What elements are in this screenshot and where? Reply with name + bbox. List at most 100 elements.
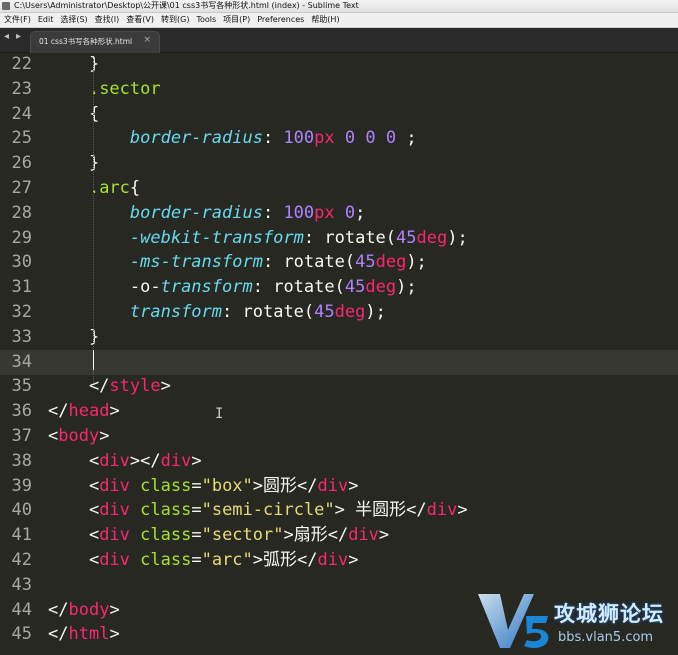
code-line[interactable]: 29 -webkit-transform: rotate(45deg); (0, 226, 678, 251)
tab-close-icon[interactable]: × (143, 35, 151, 45)
token-num: 45 (355, 252, 376, 273)
tab-html-file[interactable]: 01 css3书写各种形状.html × (30, 31, 160, 53)
token-tag: div (348, 525, 379, 546)
code-line[interactable]: 41 <div class="sector">扇形</div> (0, 523, 678, 548)
token-prop: -ms-transform (129, 252, 263, 273)
menu-help[interactable]: 帮助(H) (307, 13, 342, 27)
menu-view[interactable]: 查看(V) (122, 13, 157, 27)
token-plain: </ (48, 599, 69, 620)
code-line[interactable]: 23 .sector (0, 77, 678, 102)
code-line[interactable]: 37 <body> (0, 424, 678, 449)
token-tag: div (99, 475, 130, 496)
token-plain: </ (48, 376, 110, 397)
code-text: <div></div> (48, 449, 202, 474)
code-line[interactable]: 25 border-radius: 100px 0 0 0 ; (0, 126, 678, 151)
token-plain: ; (396, 128, 417, 149)
token-num: 0 (344, 202, 356, 223)
code-line[interactable]: 30 -ms-transform: rotate(45deg); (0, 250, 678, 275)
watermark: 攻城狮论坛 bbs.vlan5.com (474, 590, 678, 652)
code-text: <div class="box">圆形</div> (48, 474, 359, 499)
window-title-bar: C:\Users\Administrator\Desktop\公开课\01 cs… (0, 0, 678, 13)
code-line[interactable]: 38 <div></div> (0, 449, 678, 474)
token-plain: ); (406, 252, 427, 273)
code-line[interactable]: 28 border-radius: 100px 0; (0, 201, 678, 226)
token-tag: style (109, 376, 161, 397)
token-tag: body (68, 599, 110, 620)
token-num: 100 (283, 202, 315, 223)
tab-scroll-left-icon[interactable]: ◂ (4, 31, 9, 42)
token-tag: div (160, 450, 192, 471)
token-plain: { (48, 103, 100, 124)
menu-preferences[interactable]: Preferences (253, 13, 307, 27)
token-plain: </ (48, 401, 69, 422)
code-line[interactable]: 22 } (0, 52, 678, 77)
token-fn: rotate (324, 227, 386, 248)
token-prop: transform (160, 277, 253, 298)
code-text: <div class="sector">扇形</div> (48, 523, 389, 548)
token-plain: > (457, 500, 468, 521)
token-plain: > (160, 376, 171, 397)
token-plain: ); (396, 277, 417, 298)
code-text: <div class="semi-circle"> 半圆形</div> (48, 498, 468, 523)
token-unit: px (314, 202, 335, 223)
line-number: 35 (11, 376, 32, 397)
code-text: border-radius: 100px 0; (48, 201, 366, 226)
token-attr: class (140, 550, 192, 570)
watermark-url: bbs.vlan5.com (558, 630, 654, 645)
code-line[interactable]: 35 </style> (0, 374, 678, 399)
token-fn: rotate (273, 277, 335, 298)
token-plain: { (129, 178, 141, 198)
menu-edit[interactable]: Edit (34, 13, 57, 27)
code-line[interactable]: 40 <div class="semi-circle"> 半圆形</div> (0, 498, 678, 523)
code-line[interactable]: 26 } (0, 151, 678, 176)
token-plain: ></ (129, 450, 161, 471)
token-plain: >圆形</ (252, 475, 318, 496)
token-plain: ( (303, 302, 315, 322)
token-prop: transform (129, 302, 223, 322)
code-text: <div class="arc">弧形</div> (48, 548, 359, 573)
code-text: .sector (48, 77, 161, 102)
token-num: 0 (344, 128, 356, 149)
token-num: 100 (283, 128, 315, 149)
token-plain: : (252, 277, 274, 298)
line-number: 44 (11, 599, 32, 620)
code-text: </body> (48, 598, 120, 623)
code-editor[interactable]: 45 </html> 44 </body> 43 42 <div class="arc">… (0, 53, 678, 655)
token-prop: -webkit-transform (129, 227, 304, 248)
code-line[interactable]: 31 -o-transform: rotate(45deg); (0, 275, 678, 300)
token-plain: > (109, 624, 120, 645)
token-plain: } (48, 326, 100, 347)
menu-file[interactable]: 文件(F) (0, 13, 34, 27)
code-line[interactable]: 27 .arc{ (0, 176, 678, 201)
menu-tools[interactable]: Tools (192, 13, 219, 27)
code-line[interactable]: 34 (0, 349, 678, 375)
token-unit: deg (416, 227, 448, 248)
indent-guide (93, 59, 94, 383)
tab-scroll-right-icon[interactable]: ▸ (16, 31, 21, 42)
code-line[interactable]: 36 </head> (0, 399, 678, 424)
code-line[interactable]: 33 } (0, 325, 678, 350)
token-fn: rotate (283, 252, 345, 273)
line-number: 37 (11, 426, 32, 446)
code-text: .arc{ (48, 176, 140, 201)
code-line[interactable]: 42 <div class="arc">弧形</div> (0, 548, 678, 573)
token-prop: border-radius (129, 202, 263, 223)
menu-goto[interactable]: 转到(G) (157, 13, 192, 27)
token-tag: head (68, 401, 110, 422)
token-attr: class (140, 525, 192, 546)
token-plain: ( (334, 277, 345, 298)
code-line[interactable]: 32 transform: rotate(45deg); (0, 300, 678, 325)
code-line[interactable]: 39 <div class="box">圆形</div> (0, 474, 678, 499)
code-text: { (48, 102, 99, 127)
menu-project[interactable]: 项目(P) (219, 13, 253, 27)
menu-selection[interactable]: 选择(S) (56, 13, 90, 27)
window-title: C:\Users\Administrator\Desktop\公开课\01 cs… (14, 1, 359, 10)
line-number: 40 (11, 500, 32, 521)
line-number: 39 (11, 475, 32, 496)
code-line[interactable]: 24 { (0, 102, 678, 127)
menu-find[interactable]: 查找(I) (91, 13, 123, 27)
